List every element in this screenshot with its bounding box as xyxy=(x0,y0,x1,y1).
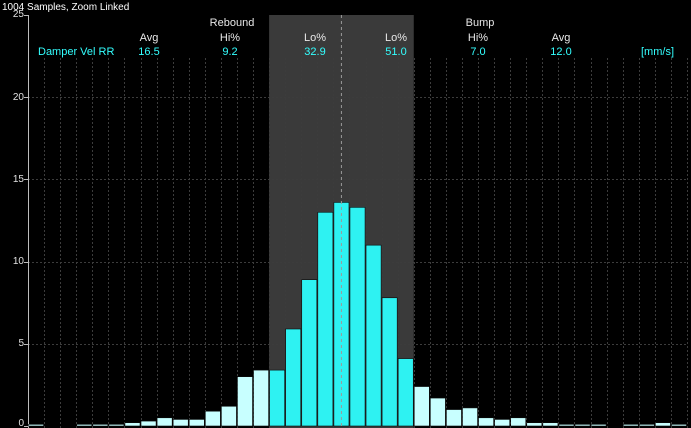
histogram-bar xyxy=(510,417,527,427)
histogram-bar xyxy=(397,358,414,427)
histogram-bar xyxy=(462,407,478,427)
y-tick-label: 25 xyxy=(12,9,24,20)
histogram-bar xyxy=(622,424,639,427)
histogram-bar xyxy=(574,424,591,427)
histogram-bar xyxy=(92,424,109,427)
histogram-bar xyxy=(365,244,382,427)
bump-hi-header: Hi% xyxy=(467,32,489,44)
y-tick-label: 5 xyxy=(18,338,24,349)
rebound-hi-header: Hi% xyxy=(219,32,241,44)
histogram-bar xyxy=(76,424,93,427)
bump-hi-value: 7.0 xyxy=(470,46,486,58)
rebound-hi-value: 9.2 xyxy=(222,46,238,58)
rebound-lo-header: Lo% xyxy=(303,32,327,44)
histogram-bar xyxy=(638,424,655,427)
histogram-bar xyxy=(558,424,575,427)
histogram-bar xyxy=(124,422,141,427)
histogram-bar xyxy=(655,422,671,427)
histogram-bar xyxy=(285,328,302,427)
histogram-bar xyxy=(430,397,446,427)
histogram-bar xyxy=(140,420,157,427)
histogram-bar xyxy=(108,424,125,427)
histogram-bar xyxy=(221,405,237,427)
y-tick-label: 0 xyxy=(18,418,24,428)
histogram-bar xyxy=(253,369,269,427)
histogram-bar xyxy=(205,410,221,427)
bump-avg-value: 12.0 xyxy=(550,46,572,58)
bump-avg-header: Avg xyxy=(551,32,571,44)
histogram-bar xyxy=(269,369,285,427)
histogram-bar xyxy=(188,419,205,427)
series-name: Damper Vel RR xyxy=(38,46,115,58)
rebound-avg-value: 16.5 xyxy=(138,46,160,58)
histogram-bar xyxy=(413,386,430,427)
histogram-bar xyxy=(28,424,44,427)
histogram-bar xyxy=(478,417,494,427)
y-tick-label: 15 xyxy=(12,174,24,185)
histogram-bar xyxy=(381,297,398,427)
rebound-lo-value: 32.9 xyxy=(304,46,326,58)
histogram-bar xyxy=(526,422,543,427)
bump-lo-header: Lo% xyxy=(384,32,408,44)
unit-label: [mm/s] xyxy=(641,46,674,58)
rebound-label: Rebound xyxy=(209,17,255,29)
histogram-bar xyxy=(349,207,366,427)
rebound-avg-header: Avg xyxy=(139,32,159,44)
histogram-bar xyxy=(671,424,687,427)
histogram-plot[interactable] xyxy=(0,0,691,428)
y-tick-label: 20 xyxy=(12,92,24,103)
histogram-bar xyxy=(156,417,173,427)
histogram-window: 1004 Samples, Zoom Linked Rebound Bump A… xyxy=(0,0,691,428)
histogram-bar xyxy=(317,211,334,427)
histogram-bar xyxy=(590,424,607,427)
bump-lo-value: 51.0 xyxy=(385,46,407,58)
y-tick-label: 10 xyxy=(12,256,24,267)
histogram-bar xyxy=(333,202,350,427)
histogram-bar xyxy=(542,422,559,427)
histogram-bar xyxy=(494,419,510,427)
histogram-bar xyxy=(237,376,253,427)
histogram-bar xyxy=(446,409,462,427)
histogram-bar xyxy=(172,419,189,427)
bump-label: Bump xyxy=(465,17,495,29)
histogram-bar xyxy=(301,279,318,427)
